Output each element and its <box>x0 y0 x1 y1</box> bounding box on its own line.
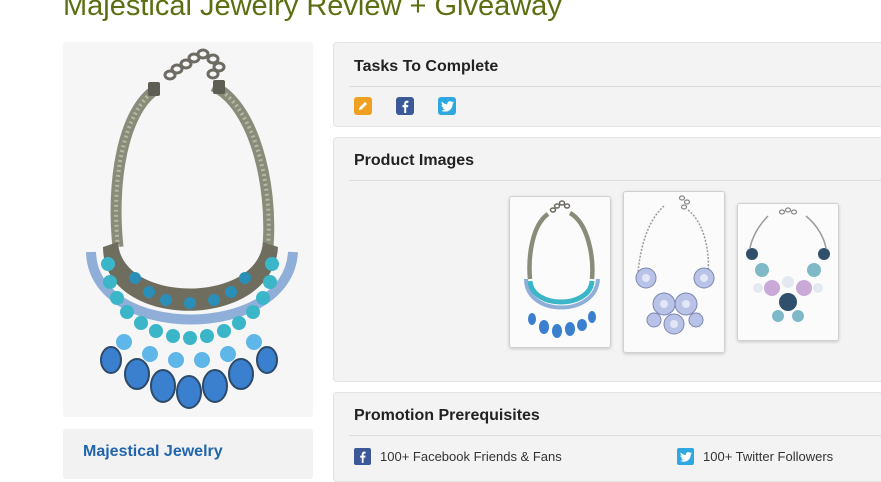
tasks-panel: Tasks To Complete <box>333 42 881 127</box>
product-thumbnail-2[interactable] <box>623 191 725 353</box>
twitter-icon[interactable] <box>438 97 456 115</box>
page-title: Majestical Jewelry Review + Giveaway <box>63 0 562 22</box>
divider <box>349 435 881 436</box>
twitter-icon <box>677 448 694 465</box>
prerequisite-label: 100+ Facebook Friends & Fans <box>380 449 562 464</box>
main-product-image[interactable] <box>63 42 313 417</box>
prerequisite-label: 100+ Twitter Followers <box>703 449 834 464</box>
brand-card: Majestical Jewelry <box>63 429 313 479</box>
necklace-image <box>63 42 313 417</box>
product-thumbnail-1[interactable] <box>509 196 611 348</box>
thumbnail-image <box>624 192 724 352</box>
divider <box>349 180 881 181</box>
brand-name-link[interactable]: Majestical Jewelry <box>83 443 223 461</box>
thumbnail-image <box>510 197 610 347</box>
prerequisite-item: 100+ Twitter Followers <box>677 448 833 465</box>
prerequisites-title: Promotion Prerequisites <box>354 407 540 424</box>
facebook-icon <box>354 448 371 465</box>
images-title: Product Images <box>354 152 475 169</box>
tasks-title: Tasks To Complete <box>354 58 499 75</box>
facebook-icon[interactable] <box>396 97 414 115</box>
divider <box>349 86 881 87</box>
pencil-icon[interactable] <box>354 97 372 115</box>
prerequisites-panel: Promotion Prerequisites 100+ Facebook Fr… <box>333 392 881 482</box>
product-thumbnail-3[interactable] <box>737 203 839 341</box>
thumbnail-image <box>738 204 838 340</box>
product-images-panel: Product Images <box>333 137 881 382</box>
prerequisite-item: 100+ Facebook Friends & Fans <box>354 448 562 465</box>
